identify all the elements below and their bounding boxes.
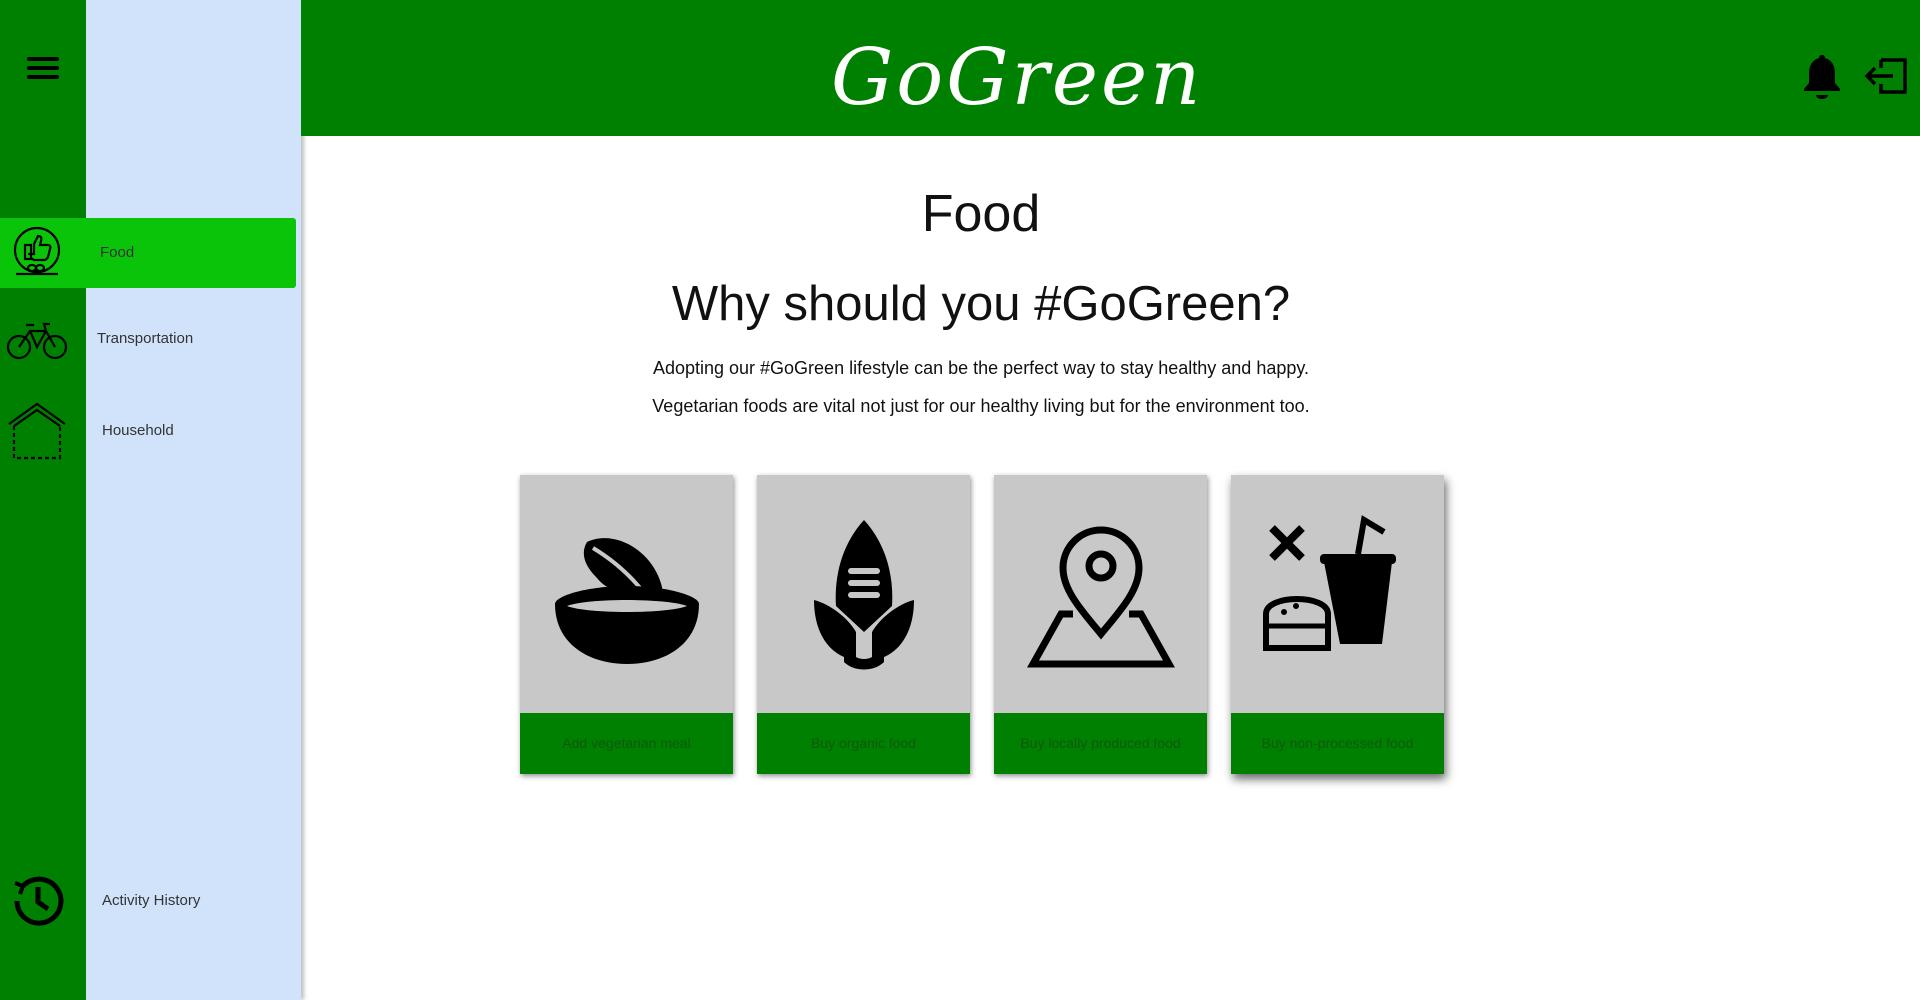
card-buy-locally-produced-food[interactable]: Buy locally produced food bbox=[994, 475, 1207, 774]
house-icon bbox=[4, 400, 70, 462]
map-pin-icon bbox=[994, 475, 1207, 713]
burger-drink-icon bbox=[1231, 475, 1444, 713]
app-logo: GoGreen bbox=[831, 33, 1204, 123]
intro-text: Adopting our #GoGreen lifestyle can be t… bbox=[652, 358, 1310, 378]
sidebar-item-food[interactable]: Food bbox=[0, 218, 296, 288]
sidebar-item-label: Transportation bbox=[97, 330, 194, 347]
hamburger-menu-icon bbox=[27, 57, 59, 79]
logout-button[interactable] bbox=[1862, 52, 1910, 100]
action-cards: Add vegetarian meal Buy organic food Buy… bbox=[520, 475, 1444, 774]
menu-button[interactable] bbox=[22, 50, 64, 86]
card-buy-organic-food[interactable]: Buy organic food bbox=[757, 475, 970, 774]
salad-bowl-icon bbox=[520, 475, 733, 713]
sidebar-item-activity-history[interactable]: Activity History bbox=[0, 866, 296, 936]
sidebar-item-label: Activity History bbox=[102, 892, 201, 909]
top-header: GoGreen bbox=[301, 0, 1920, 136]
bell-icon bbox=[1804, 55, 1840, 99]
card-add-vegetarian-meal[interactable]: Add vegetarian meal bbox=[520, 475, 733, 774]
sidebar-item-transportation[interactable]: Transportation bbox=[0, 304, 296, 374]
history-icon bbox=[4, 870, 70, 932]
card-button[interactable]: Buy non-processed food bbox=[1231, 713, 1444, 774]
corn-icon bbox=[757, 475, 970, 713]
headline: Why should you #GoGreen? bbox=[671, 277, 1291, 331]
logout-icon bbox=[1864, 58, 1907, 94]
thumbs-up-food-icon bbox=[4, 222, 70, 284]
sidebar-item-label: Household bbox=[102, 422, 174, 439]
bicycle-icon bbox=[4, 308, 70, 370]
sidebar-item-label: Food bbox=[100, 244, 135, 261]
main-content: Food Why should you #GoGreen? Adopting o… bbox=[301, 136, 1920, 1000]
card-buy-non-processed-food[interactable]: Buy non-processed food bbox=[1231, 475, 1444, 774]
card-button[interactable]: Buy organic food bbox=[757, 713, 970, 774]
page-title: Food bbox=[921, 185, 1041, 243]
notifications-button[interactable] bbox=[1798, 52, 1846, 100]
card-button[interactable]: Add vegetarian meal bbox=[520, 713, 733, 774]
sidebar-panel bbox=[86, 0, 301, 1000]
sidebar-rail bbox=[0, 0, 86, 1000]
sidebar-item-household[interactable]: Household bbox=[0, 396, 296, 466]
intro-text-2: Vegetarian foods are vital not just for … bbox=[652, 396, 1310, 416]
card-button[interactable]: Buy locally produced food bbox=[994, 713, 1207, 774]
